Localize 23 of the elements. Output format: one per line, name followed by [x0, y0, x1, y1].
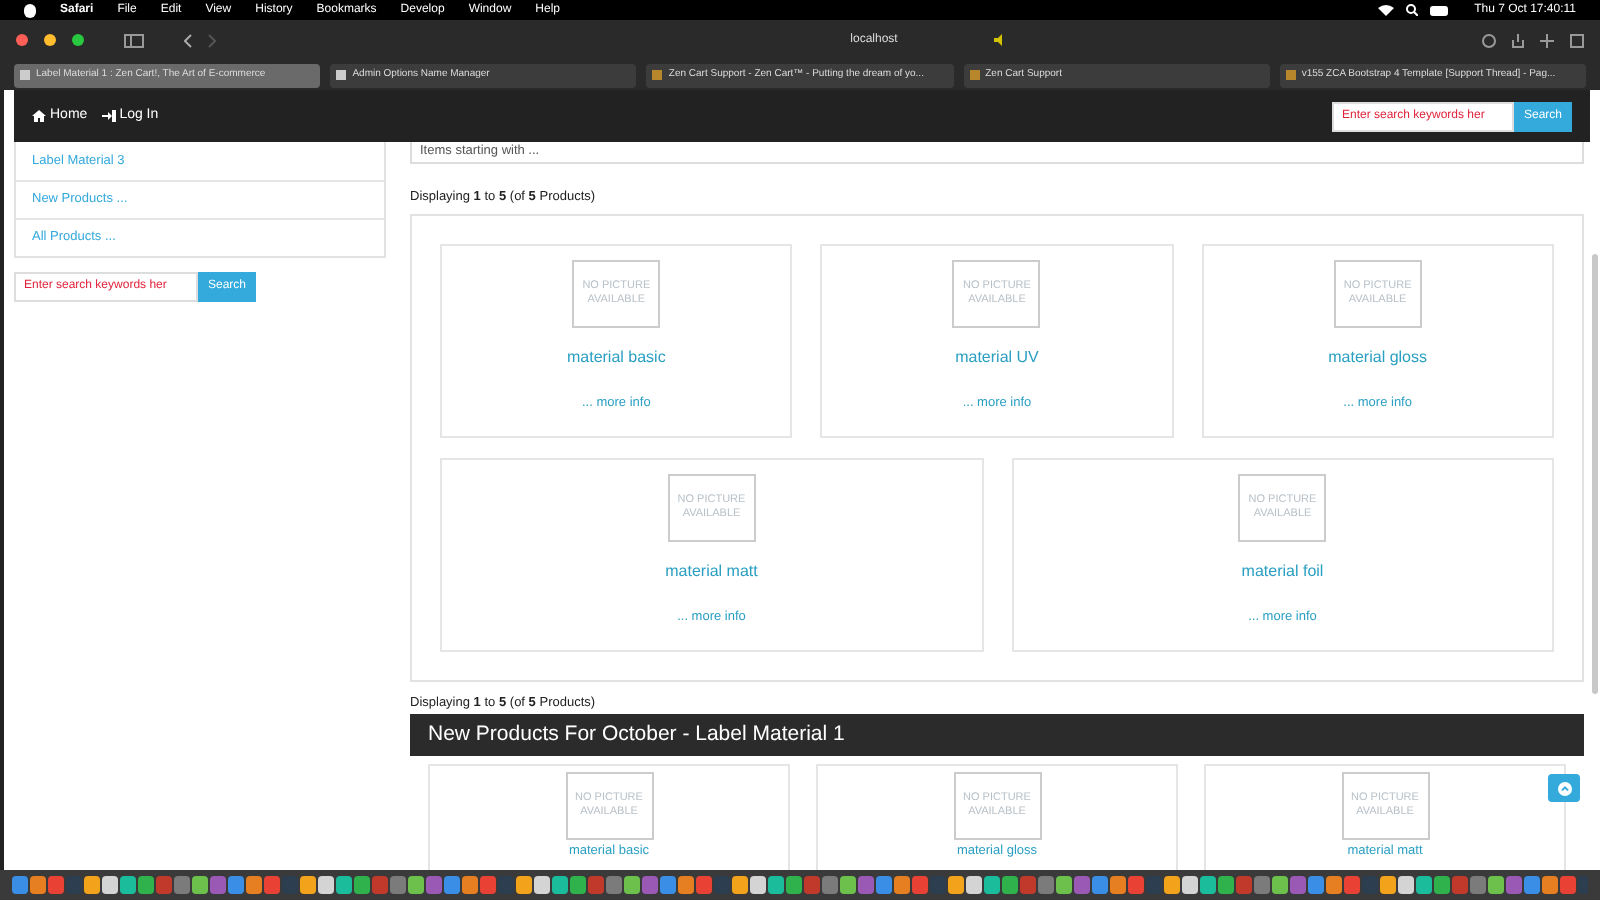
window-control-icon[interactable] — [72, 34, 84, 46]
product-name-link[interactable]: material UV — [955, 345, 1039, 369]
wifi-icon[interactable] — [1378, 4, 1395, 16]
scrollbar-thumb[interactable] — [1592, 254, 1598, 694]
speaker-icon[interactable] — [993, 34, 1008, 46]
product-name-link[interactable]: material basic — [566, 345, 666, 369]
home-icon — [32, 110, 46, 122]
window-control-icon[interactable] — [44, 34, 56, 46]
window-control-icon[interactable] — [16, 34, 28, 46]
sidebar-icon[interactable] — [124, 33, 144, 47]
product-name-link[interactable]: material gloss — [1328, 345, 1427, 369]
section-header: New Products For October - Label Material 1 — [410, 714, 1584, 757]
tab-overview-icon[interactable] — [1570, 33, 1584, 47]
login-icon — [101, 110, 116, 122]
share-icon[interactable] — [1512, 33, 1524, 47]
product-name-link[interactable]: material matt — [665, 559, 758, 583]
arrow-up-icon — [1557, 781, 1571, 795]
product-name-link[interactable]: material foil — [1241, 559, 1324, 583]
search-icon[interactable] — [1406, 4, 1419, 16]
back-icon[interactable] — [184, 33, 192, 47]
new-tab-icon[interactable] — [1540, 33, 1554, 47]
back-to-top-button[interactable] — [1548, 774, 1580, 802]
battery-icon[interactable] — [1430, 5, 1451, 15]
